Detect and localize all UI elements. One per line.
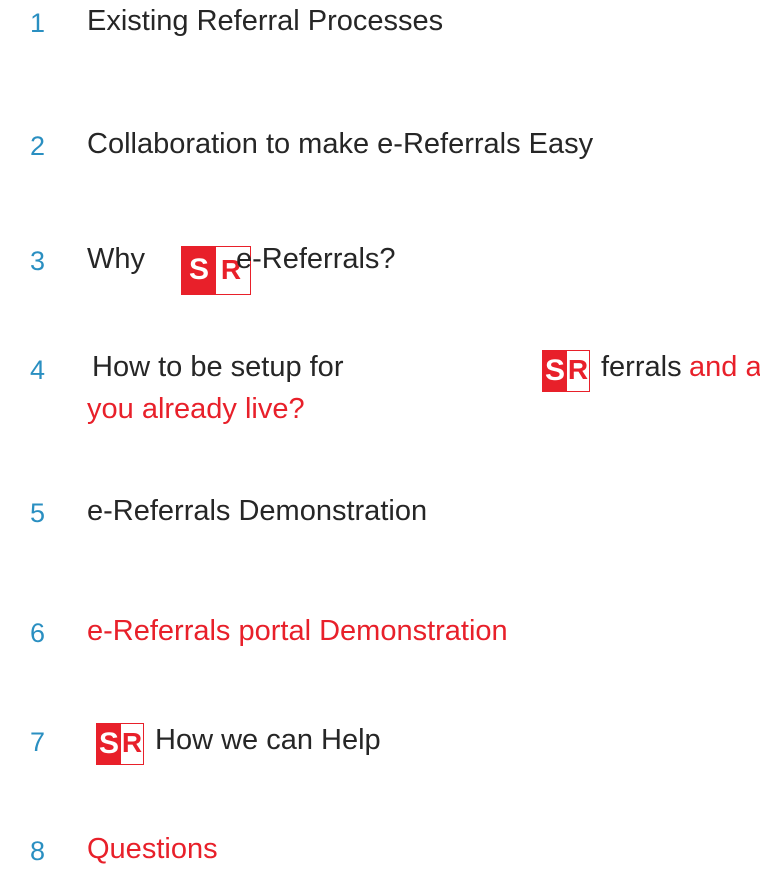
- agenda-number: 4: [30, 355, 46, 385]
- agenda-label: Questions: [87, 833, 218, 865]
- agenda-label: How we can Help: [155, 724, 381, 756]
- agenda-label-after: e-Referrals?: [236, 243, 396, 275]
- sr-logo-s: S: [543, 351, 567, 391]
- agenda-number: 7: [30, 727, 46, 757]
- agenda-number: 8: [30, 836, 46, 866]
- agenda-label: Collaboration to make e-Referrals Easy: [87, 128, 594, 160]
- agenda-label-highlight: and are: [689, 351, 760, 383]
- agenda-number: 3: [30, 246, 46, 276]
- agenda-label: e-Referrals portal Demonstration: [87, 615, 508, 647]
- agenda-label: e-Referrals Demonstration: [87, 495, 428, 527]
- agenda-label-before: How to be setup for: [92, 351, 344, 383]
- sr-logo: S R: [542, 350, 590, 392]
- agenda-number: 1: [30, 8, 46, 38]
- sr-logo: S R: [96, 723, 144, 765]
- sr-logo-r: R: [567, 354, 589, 385]
- agenda-label: Existing Referral Processes: [87, 5, 444, 37]
- agenda-label-before: Why: [87, 243, 145, 275]
- agenda-label-highlight-line2: you already live?: [87, 393, 305, 425]
- agenda-number: 5: [30, 498, 46, 528]
- sr-logo-s: S: [182, 247, 216, 294]
- sr-logo-r: R: [121, 727, 143, 758]
- agenda-number: 6: [30, 618, 46, 648]
- agenda-number: 2: [30, 131, 46, 161]
- sr-logo-s: S: [97, 724, 121, 764]
- agenda-label-after: ferrals: [601, 351, 682, 383]
